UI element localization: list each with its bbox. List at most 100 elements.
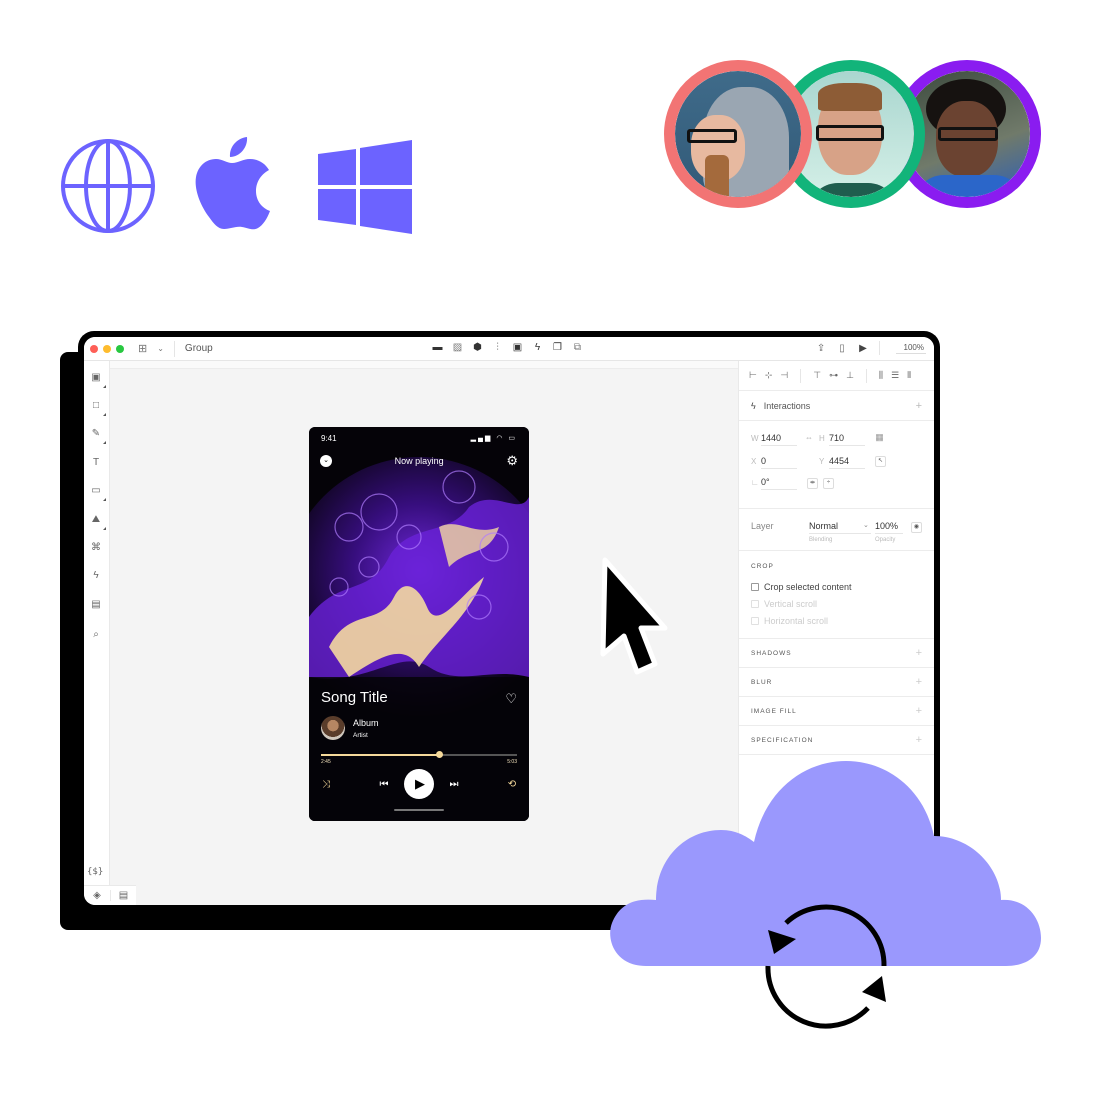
add-image-fill-icon[interactable]: + <box>916 705 922 717</box>
crop-section: CROP Crop selected content Vertical scro… <box>739 551 934 639</box>
progress-slider[interactable] <box>321 751 517 758</box>
copy-icon[interactable]: ⧉ <box>572 342 583 353</box>
text-tool[interactable]: T <box>89 456 103 470</box>
align-center-h-icon[interactable]: ⊹ <box>765 370 773 381</box>
previous-track-icon[interactable]: ⏮ <box>377 769 391 799</box>
align-right-icon[interactable]: ⊣ <box>780 370 788 381</box>
blending-select[interactable]: Normal <box>809 521 871 534</box>
image-icon[interactable]: ▣ <box>512 342 523 353</box>
chevron-down-icon[interactable]: ⌄ <box>157 344 164 353</box>
constraints-icon[interactable]: ↖ <box>875 456 886 467</box>
pattern-icon[interactable]: ▨ <box>452 342 463 353</box>
play-icon[interactable]: ▶ <box>858 343 869 354</box>
section-label: SHADOWS <box>751 649 792 657</box>
interactions-row[interactable]: ϟ Interactions + <box>739 391 934 421</box>
resize-grid-icon[interactable]: ▦ <box>874 433 885 444</box>
windows-icon <box>318 140 412 234</box>
height-field[interactable]: 710 <box>829 433 865 446</box>
add-specification-icon[interactable]: + <box>916 734 922 746</box>
distribute-h-icon[interactable]: ⫼ <box>879 370 883 381</box>
variables-tool[interactable]: {$} <box>87 867 103 877</box>
interaction-tool[interactable]: ϟ <box>89 569 103 583</box>
home-indicator <box>394 809 444 811</box>
y-field[interactable]: 4454 <box>829 456 865 469</box>
zoom-level[interactable]: 100% <box>895 343 926 354</box>
toolbar-center-tools: ▬ ▨ ⬢ ⫶ ▣ ϟ ❐ ⧉ <box>432 342 583 353</box>
collapse-player-icon[interactable]: ⌄ <box>320 455 332 467</box>
assets-icon[interactable]: ▤ <box>110 890 136 901</box>
add-shadow-icon[interactable]: + <box>916 647 922 659</box>
rotation-field[interactable]: 0° <box>761 477 797 490</box>
blending-caption: Blending <box>809 537 833 543</box>
avatar-collaborator-1[interactable] <box>664 60 812 208</box>
vertical-scroll-checkbox[interactable]: Vertical scroll <box>751 595 922 612</box>
distribute-v-icon[interactable]: ☰ <box>891 370 899 381</box>
settings-gear-icon[interactable]: ⚙ <box>506 453 518 469</box>
toolbar-divider <box>878 341 880 355</box>
horizontal-scroll-checkbox[interactable]: Horizontal scroll <box>751 612 922 629</box>
link-dimensions-icon[interactable]: ⇔ <box>805 433 813 442</box>
close-window-button[interactable] <box>90 344 98 353</box>
tidy-icon[interactable]: ⦀ <box>907 370 911 381</box>
layers-stack-icon[interactable]: ❐ <box>552 342 563 353</box>
repeat-icon[interactable]: ⟲ <box>505 769 519 799</box>
checkbox-label: Vertical scroll <box>764 598 818 609</box>
button-tool[interactable]: ▭ <box>89 484 106 501</box>
comment-tool[interactable]: ▤ <box>89 598 103 612</box>
music-player-mockup[interactable]: 9:41 ▂▄▆ ◠ ▭ ⌄ Now playing ⚙ Song Title … <box>309 427 529 821</box>
rectangle-tool[interactable]: □ <box>89 399 106 416</box>
layers-icon[interactable]: ◈ <box>84 890 110 901</box>
chevron-down-icon[interactable]: ⌄ <box>863 521 869 529</box>
status-bar: 9:41 ▂▄▆ ◠ ▭ <box>321 434 517 443</box>
width-field[interactable]: 1440 <box>761 433 797 446</box>
progress-knob[interactable] <box>435 751 443 758</box>
maximize-window-button[interactable] <box>116 344 124 353</box>
y-label: Y <box>819 457 825 466</box>
section-blur[interactable]: BLUR + <box>739 668 934 697</box>
flip-horizontal-icon[interactable]: ⇹ <box>807 478 818 489</box>
search-tool[interactable]: ⌕ <box>89 628 103 642</box>
left-toolbar: ▣ □ ✎ T ▭ ⛰ ⌘ ϟ ▤ ⌕ {$} <box>84 361 110 885</box>
symbols-tool[interactable]: ⌘ <box>89 541 103 555</box>
section-specification[interactable]: SPECIFICATION + <box>739 726 934 755</box>
align-bottom-icon[interactable]: ⊥ <box>846 370 854 381</box>
crop-selected-content-checkbox[interactable]: Crop selected content <box>751 578 922 595</box>
device-preview-icon[interactable]: ▯ <box>837 343 848 354</box>
geometry-section: W 1440 ⇔ H 710 ▦ X0 Y 4454 ↖ ∟ 0° ⇹ ÷ <box>739 421 934 509</box>
align-center-v-icon[interactable]: ⊶ <box>829 370 838 381</box>
align-top-icon[interactable]: ⊤ <box>813 370 821 381</box>
minimize-window-button[interactable] <box>103 344 111 353</box>
section-image-fill[interactable]: IMAGE FILL + <box>739 697 934 726</box>
export-icon[interactable]: ⇪ <box>816 343 827 354</box>
pen-tool[interactable]: ✎ <box>89 427 106 444</box>
component-icon[interactable]: ⬢ <box>472 342 483 353</box>
bolt-icon[interactable]: ϟ <box>532 342 543 353</box>
heart-icon[interactable]: ♡ <box>505 691 517 707</box>
opacity-field[interactable]: 100% <box>875 521 903 534</box>
section-label: BLUR <box>751 678 773 686</box>
x-field[interactable]: 0 <box>761 456 797 469</box>
image-tool[interactable]: ⛰ <box>89 513 106 530</box>
play-button[interactable]: ▶ <box>404 769 434 799</box>
frame-tool[interactable]: ▣ <box>89 371 106 388</box>
progress-fill <box>321 754 439 756</box>
section-label: IMAGE FILL <box>751 707 797 715</box>
elapsed-time: 2:45 <box>321 759 331 765</box>
add-blur-icon[interactable]: + <box>916 676 922 688</box>
split-icon[interactable]: ⫶ <box>492 342 503 353</box>
next-track-icon[interactable]: ⏭ <box>447 769 461 799</box>
song-title: Song Title <box>321 689 388 706</box>
section-shadows[interactable]: SHADOWS + <box>739 639 934 668</box>
alignment-tools: ⊢ ⊹ ⊣ ⊤ ⊶ ⊥ ⫼ ☰ ⦀ <box>739 361 934 391</box>
mouse-pointer-icon <box>600 557 668 675</box>
canvas-ruler <box>110 361 738 369</box>
visibility-eye-icon[interactable]: ◉ <box>911 522 922 533</box>
align-left-icon[interactable]: ⊢ <box>749 370 757 381</box>
top-toolbar: ⊞ ⌄ Group ▬ ▨ ⬢ ⫶ ▣ ϟ ❐ ⧉ ⇪ ▯ ▶ 100% <box>84 337 934 361</box>
grid-icon[interactable]: ⊞ <box>138 342 147 355</box>
toolbar-right-tools: ⇪ ▯ ▶ 100% <box>816 341 926 355</box>
shuffle-icon[interactable]: ⤨ <box>319 769 333 799</box>
folder-icon[interactable]: ▬ <box>432 342 443 353</box>
flip-vertical-icon[interactable]: ÷ <box>823 478 834 489</box>
add-interaction-icon[interactable]: + <box>916 400 922 412</box>
